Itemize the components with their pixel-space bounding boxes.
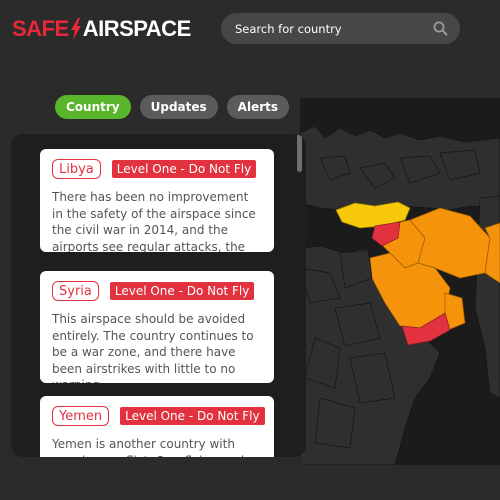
tab-bar: Country Updates Alerts [55, 95, 290, 119]
level-badge: Level One - Do Not Fly [111, 160, 257, 178]
country-name: Syria [52, 281, 99, 301]
search-icon[interactable] [432, 21, 448, 37]
country-list-panel[interactable]: Libya Level One - Do Not Fly There has b… [11, 134, 306, 457]
country-description: There has been no improvement in the saf… [52, 190, 256, 252]
country-description: Yemen is another country with ongoing co… [52, 437, 244, 457]
scrollbar[interactable] [297, 134, 302, 172]
country-name: Yemen [52, 406, 110, 426]
country-card-libya[interactable]: Libya Level One - Do Not Fly There has b… [40, 149, 274, 252]
country-description: This airspace should be avoided entirely… [52, 312, 254, 383]
country-card-syria[interactable]: Syria Level One - Do Not Fly This airspa… [40, 271, 274, 383]
brand-logo-safe: SAFE [12, 16, 69, 41]
tab-country[interactable]: Country [55, 95, 131, 119]
search-input[interactable] [235, 21, 432, 36]
country-name: Libya [52, 159, 101, 179]
tab-updates[interactable]: Updates [139, 95, 218, 119]
brand-logo-airspace: AIRSPACE [82, 16, 192, 41]
country-card-yemen[interactable]: Yemen Level One - Do Not Fly Yemen is an… [40, 396, 274, 457]
search-bar[interactable] [221, 13, 460, 44]
level-badge: Level One - Do Not Fly [120, 407, 265, 425]
tab-alerts[interactable]: Alerts [226, 95, 290, 119]
world-map[interactable] [300, 98, 500, 465]
lightning-bolt-icon [70, 18, 81, 40]
level-badge: Level One - Do Not Fly [109, 282, 255, 300]
brand-logo[interactable]: SAFE AIRSPACE [12, 14, 191, 44]
